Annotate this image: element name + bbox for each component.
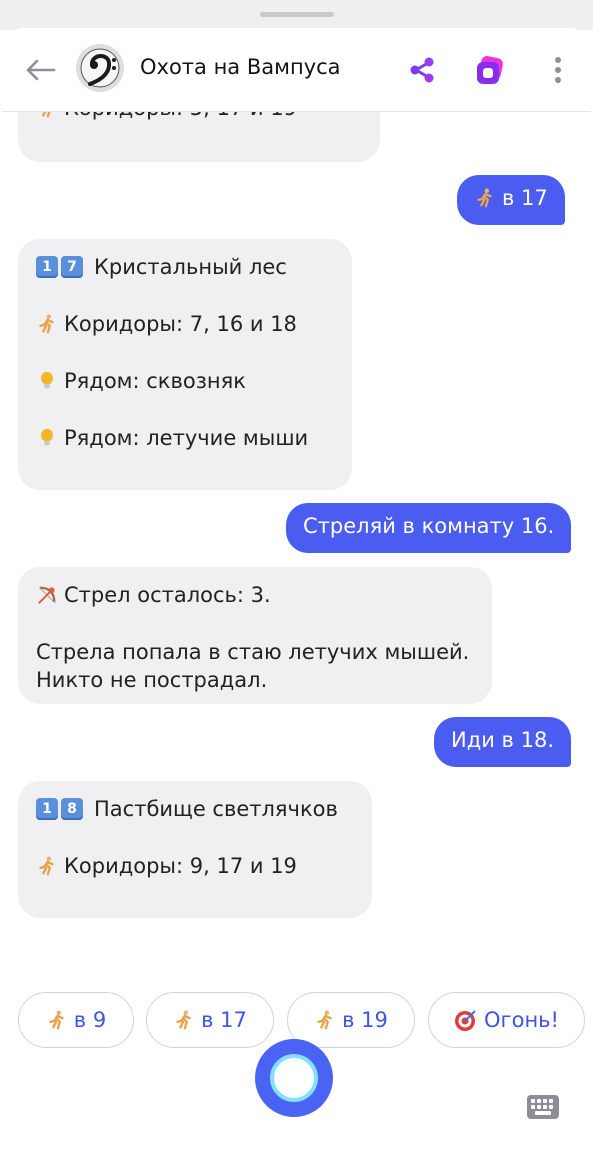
chat-header: Охота на Вампуса	[2, 28, 591, 112]
chat-panel: Коридоры: 5, 17 и 19 в 17 1 7 Кристальны…	[2, 28, 591, 1165]
runner-icon	[46, 1009, 68, 1031]
chat-history[interactable]: Коридоры: 5, 17 и 19 в 17 1 7 Кристальны…	[2, 28, 591, 988]
lightbulb-icon	[36, 427, 58, 449]
room-name: Кристальный лес	[94, 255, 287, 279]
runner-icon	[36, 855, 58, 877]
bass-clef-icon	[76, 44, 124, 92]
share-button[interactable]	[402, 50, 442, 90]
message-incoming: 1 7 Кристальный лес Коридоры: 7, 16 и 18…	[18, 239, 352, 490]
message-incoming: 1 8 Пастбище светлячков Коридоры: 9, 17 …	[18, 781, 372, 918]
keyboard-button[interactable]	[526, 1094, 560, 1120]
lightbulb-icon	[36, 370, 58, 392]
sheet-top	[0, 0, 593, 30]
voice-assistant-button[interactable]	[255, 1039, 333, 1117]
hint-text: Рядом: летучие мыши	[64, 426, 309, 450]
suggestion-chip[interactable]: в 19	[287, 992, 415, 1048]
suggestion-label: в 19	[342, 1008, 388, 1032]
suggestion-chip[interactable]: в 17	[146, 992, 274, 1048]
alice-ring-icon	[270, 1054, 318, 1102]
message-text: в 17	[502, 186, 548, 210]
apps-button[interactable]	[470, 50, 510, 90]
runner-icon	[36, 313, 58, 335]
room-number-keycaps: 1 7	[36, 256, 86, 278]
suggestion-label: Огонь!	[484, 1008, 559, 1032]
message-text: Никто не пострадал.	[36, 668, 268, 692]
arrows-left-text: Стрел осталось: 3.	[64, 583, 271, 607]
keycap-digit: 1	[36, 798, 58, 820]
runner-icon	[173, 1009, 195, 1031]
runner-icon	[474, 187, 496, 209]
suggestion-chip[interactable]: Огонь!	[428, 992, 585, 1048]
message-text: Стреляй в комнату 16.	[303, 514, 555, 538]
message-incoming: Стрел осталось: 3. Стрела попала в стаю …	[18, 567, 492, 704]
sheet-grabber[interactable]	[260, 12, 334, 17]
message-outgoing: Иди в 18.	[434, 717, 572, 767]
message-outgoing: Стреляй в комнату 16.	[286, 503, 572, 553]
keycap-digit: 1	[36, 256, 58, 278]
target-icon	[454, 1008, 478, 1032]
room-number-keycaps: 1 8	[36, 798, 86, 820]
bow-and-arrow-icon	[36, 584, 58, 606]
hint-text: Рядом: сквозняк	[64, 369, 246, 393]
share-icon	[410, 57, 434, 83]
keyboard-icon	[527, 1095, 559, 1119]
chat-title: Охота на Вампуса	[140, 55, 341, 79]
keycap-digit: 7	[61, 256, 83, 278]
suggestion-label: в 9	[73, 1008, 107, 1032]
corridors-text: Коридоры: 9, 17 и 19	[64, 854, 297, 878]
corridors-text: Коридоры: 7, 16 и 18	[64, 312, 297, 336]
app-cube-icon	[477, 56, 503, 84]
runner-icon	[314, 1009, 336, 1031]
arrow-left-icon	[26, 59, 56, 81]
avatar[interactable]	[76, 44, 124, 92]
more-menu-button[interactable]	[538, 50, 578, 90]
back-button[interactable]	[20, 50, 60, 90]
room-name: Пастбище светлячков	[94, 797, 338, 821]
suggestion-chip[interactable]: в 9	[18, 992, 134, 1048]
keycap-digit: 8	[61, 798, 83, 820]
more-vertical-icon	[555, 57, 561, 83]
suggestion-label: в 17	[201, 1008, 247, 1032]
message-outgoing: в 17	[457, 175, 565, 225]
message-text: Иди в 18.	[451, 728, 555, 752]
message-text: Стрела попала в стаю летучих мышей.	[36, 640, 470, 664]
